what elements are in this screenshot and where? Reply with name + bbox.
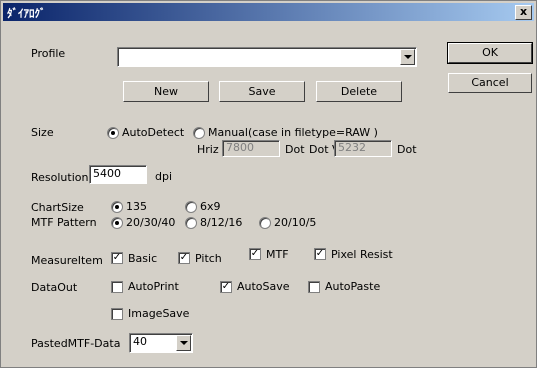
mtf-pattern-2-radio[interactable] [185,217,197,229]
check-icon: ✓ [179,252,189,263]
profile-label: Profile [31,47,66,60]
mtf-pattern-1-label: 20/30/40 [126,216,176,229]
hriz-dot-label: Dot [285,143,305,156]
pitch-label: Pitch [195,252,222,265]
autosave-label: AutoSave [237,280,290,293]
dataout-label: DataOut [31,281,78,294]
save-button[interactable]: Save [219,81,305,102]
chartsize-135-radio[interactable] [111,201,123,213]
autoprint-checkbox[interactable] [111,281,123,293]
size-label: Size [31,126,54,139]
vert-dot-label: Dot [397,143,417,156]
imagesave-checkbox[interactable] [111,308,123,320]
profile-dropdown[interactable] [117,47,417,67]
size-autodetect-label: AutoDetect [122,126,185,139]
pixel-resist-label: Pixel Resist [331,248,393,261]
resolution-input[interactable]: 5400 [89,165,147,184]
mtf-pattern-label: MTF Pattern [31,216,97,229]
mtf-checkbox[interactable]: ✓ [249,248,261,260]
chartsize-label: ChartSize [31,201,84,214]
chartsize-6x9-radio[interactable] [185,201,197,213]
mtf-pattern-3-label: 20/10/5 [274,216,317,229]
chartsize-6x9-label: 6x9 [200,200,221,213]
basic-label: Basic [128,252,158,265]
pasted-label: PastedMTF-Data [31,337,121,350]
window-title: ﾀﾞｲｱﾛｸﾞ [7,7,46,20]
mtf-pattern-2-label: 8/12/16 [200,216,243,229]
pasted-value: 40 [133,335,147,348]
hriz-label: Hriz [197,143,219,156]
chartsize-135-label: 135 [126,200,147,213]
pasted-dropdown[interactable]: 40 [129,333,193,353]
new-button[interactable]: New [123,81,209,102]
mtf-label: MTF [266,248,289,261]
delete-button[interactable]: Delete [316,81,402,102]
check-icon: ✓ [250,248,260,259]
cancel-button[interactable]: Cancel [448,73,532,93]
basic-checkbox[interactable]: ✓ [111,252,123,264]
ok-button[interactable]: OK [447,42,533,64]
close-button[interactable]: x [515,5,532,20]
check-icon: ✓ [112,252,122,263]
resolution-unit: dpi [155,170,173,183]
chevron-down-icon[interactable] [176,335,191,351]
pixel-resist-checkbox[interactable]: ✓ [314,248,326,260]
imagesave-label: ImageSave [128,307,190,320]
autosave-checkbox[interactable]: ✓ [220,281,232,293]
dialog-window: ﾀﾞｲｱﾛｸﾞ x Profile OK Cancel New Save Del… [0,0,537,368]
size-manual-label: Manual(case in filetype=RAW ) [208,126,378,139]
measure-label: MeasureItem [31,254,103,267]
size-autodetect-radio[interactable] [107,127,119,139]
check-icon: ✓ [315,248,325,259]
chevron-down-icon[interactable] [400,49,415,65]
check-icon: ✓ [221,281,231,292]
autopaste-checkbox[interactable] [308,281,320,293]
autopaste-label: AutoPaste [325,280,381,293]
size-manual-radio[interactable] [193,127,205,139]
autoprint-label: AutoPrint [128,280,179,293]
hriz-input[interactable]: 7800 [222,140,280,157]
vert-input[interactable]: 5232 [334,140,392,157]
title-bar[interactable]: ﾀﾞｲｱﾛｸﾞ x [3,3,534,21]
mtf-pattern-3-radio[interactable] [259,217,271,229]
resolution-label: Resolution [31,171,89,184]
pitch-checkbox[interactable]: ✓ [178,252,190,264]
mtf-pattern-1-radio[interactable] [111,217,123,229]
